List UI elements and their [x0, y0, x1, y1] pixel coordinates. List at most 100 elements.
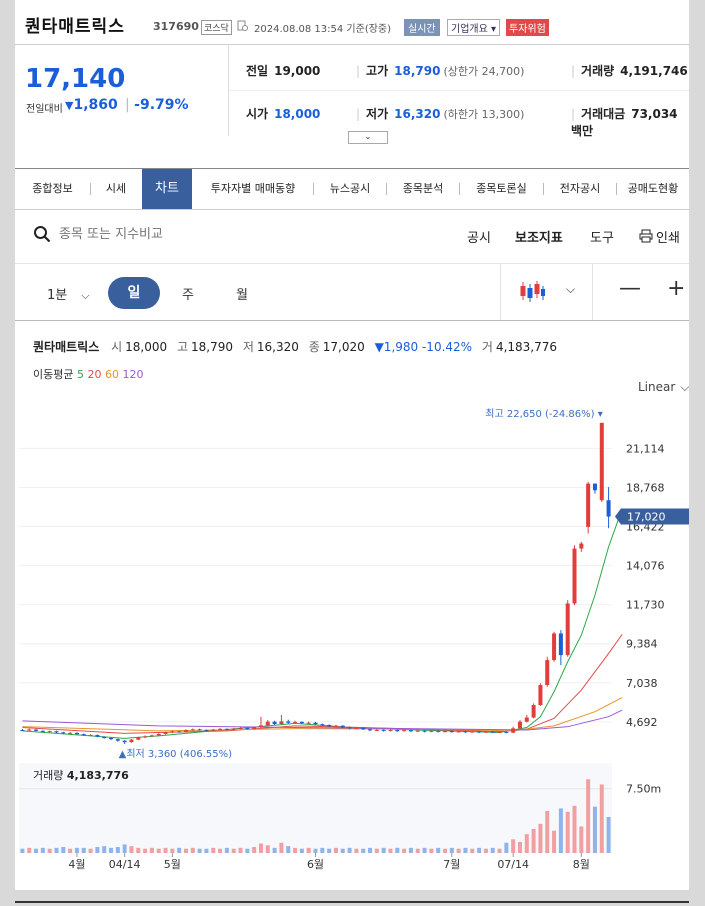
candle-body	[252, 727, 257, 730]
volume-bar	[143, 848, 148, 853]
tab-discussion[interactable]: 종목토론실	[460, 169, 543, 209]
candle	[538, 683, 543, 706]
candle-body	[333, 725, 338, 727]
volume-bar	[517, 841, 522, 853]
company-overview-select[interactable]: 기업개요 ▾	[447, 19, 501, 36]
scale-select[interactable]: Linear ⌵	[638, 380, 689, 395]
candle-body	[552, 633, 557, 661]
volume-bar	[429, 848, 434, 853]
candle-body	[531, 705, 536, 718]
volume-bar	[565, 811, 570, 853]
tab-overview[interactable]: 종합정보	[15, 169, 90, 209]
candle-body	[197, 729, 202, 731]
x-tick-label: 7월	[443, 858, 460, 871]
period-minute-label: 1분	[47, 288, 68, 303]
candle-body	[272, 721, 277, 725]
chevron-down-icon: ⌵	[81, 289, 90, 302]
print-button[interactable]: 인쇄	[656, 227, 680, 246]
close-change: ▼1,980 -10.42%	[374, 340, 473, 354]
period-week[interactable]: 주	[182, 284, 194, 303]
candlestick-type-icon[interactable]	[519, 280, 545, 304]
chevron-down-icon: ⌄	[364, 132, 372, 141]
chevron-down-icon[interactable]: ⌵	[566, 282, 575, 297]
candle-body	[177, 731, 182, 733]
period-minute[interactable]: 1분 ⌵	[47, 284, 90, 303]
candle-body	[122, 740, 127, 743]
volume-value: 4,183,776	[495, 340, 558, 354]
zoom-in-button[interactable]: +	[667, 276, 685, 301]
candle-body	[156, 734, 161, 736]
tab-chart[interactable]: 차트	[142, 169, 192, 209]
candle-body	[579, 543, 584, 549]
candle-body	[511, 728, 516, 733]
x-tick-label: 5월	[164, 858, 181, 871]
candle	[511, 726, 516, 734]
realtime-badge[interactable]: 실시간	[404, 19, 440, 36]
candle-body	[586, 483, 591, 527]
tab-investor-trading[interactable]: 투자자별 매매동향	[193, 169, 313, 209]
price-chart[interactable]: 21,11418,76816,42214,07611,7309,3847,038…	[15, 395, 689, 890]
period-day[interactable]: 일	[108, 277, 160, 309]
tab-news[interactable]: 뉴스공시	[314, 169, 386, 209]
ma20-line	[22, 633, 623, 734]
volume-bar	[361, 848, 366, 853]
candle-body	[238, 728, 243, 730]
tools-button[interactable]: 도구	[590, 227, 614, 246]
candle-body	[517, 721, 522, 729]
current-price: 17,140	[25, 64, 126, 94]
candle-body	[565, 603, 570, 656]
tab-disclosure[interactable]: 전자공시	[544, 169, 616, 209]
volume-bar	[395, 847, 400, 853]
volume-bar	[463, 847, 468, 853]
period-month[interactable]: 월	[236, 284, 248, 303]
candle	[34, 729, 39, 732]
volume-bar	[238, 847, 243, 853]
candle-body	[599, 422, 604, 501]
expand-chevron-button[interactable]: ⌄	[348, 131, 388, 144]
candle-body	[456, 731, 461, 733]
candle-body	[402, 730, 407, 732]
volume-bar	[47, 848, 52, 853]
printer-icon[interactable]	[639, 229, 653, 243]
volume-bar	[558, 808, 563, 853]
candle-body	[224, 728, 229, 730]
y-tick-label: 11,730	[626, 599, 665, 612]
volume-bar	[190, 847, 195, 853]
candle-body	[388, 730, 393, 732]
candle	[115, 738, 120, 742]
disclosure-button[interactable]: 공시	[467, 227, 491, 246]
candle-body	[47, 731, 52, 733]
candle-body	[136, 737, 141, 740]
candle-body	[143, 736, 148, 738]
volume-bar	[224, 847, 229, 853]
volume-bar	[524, 834, 529, 853]
volume-bar	[115, 847, 120, 853]
zoom-out-button[interactable]: —	[619, 276, 641, 301]
volume-bar	[327, 848, 332, 853]
candle	[381, 729, 386, 732]
tab-short-selling[interactable]: 공매도현황	[617, 169, 689, 209]
change-label: 전일대비	[26, 104, 63, 115]
compare-search-input[interactable]	[57, 226, 261, 243]
indicators-button[interactable]: 보조지표	[515, 227, 563, 246]
candle-body	[483, 731, 488, 733]
volume-bar	[74, 847, 79, 853]
volume-bar	[381, 847, 386, 853]
tab-analysis[interactable]: 종목분석	[387, 169, 459, 209]
candle-body	[163, 732, 168, 735]
volume-bar	[34, 848, 39, 853]
y-tick-label: 14,076	[626, 560, 665, 573]
volume-bar	[88, 848, 93, 853]
period-selector: 1분 ⌵ 일 주 월 ⌵ — +	[15, 264, 689, 321]
toolbar-divider	[500, 264, 501, 320]
volume-panel-value: 4,183,776	[67, 769, 129, 782]
tab-quotes[interactable]: 시세	[91, 169, 141, 209]
min-price-label: ▲최저 3,360 (406.55%)	[119, 748, 232, 760]
candle-body	[40, 730, 45, 732]
candle-body	[545, 660, 550, 686]
volume-bar	[279, 842, 284, 853]
candle-body	[265, 721, 270, 726]
search-icon[interactable]	[33, 225, 51, 243]
volume-bar	[272, 847, 277, 853]
candle-body	[422, 730, 427, 732]
